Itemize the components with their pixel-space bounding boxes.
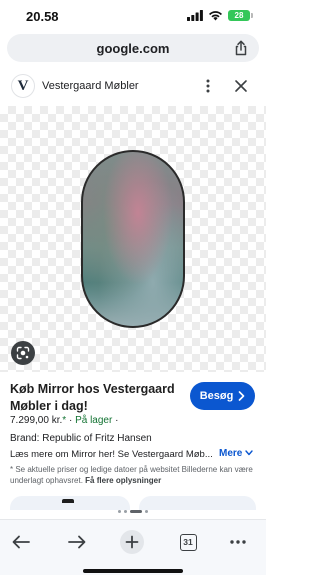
url-bar[interactable]: google.com: [7, 34, 259, 62]
page-indicator: [0, 510, 266, 513]
visit-button-label: Besøg: [199, 390, 234, 402]
site-name[interactable]: Vestergaard Møbler: [42, 80, 139, 92]
mirror-image: [81, 150, 185, 328]
home-indicator: [83, 569, 183, 573]
more-horiz-icon: [230, 540, 246, 544]
menu-button[interactable]: [225, 529, 251, 555]
forward-arrow-icon: [68, 535, 86, 549]
disclaimer: * Se aktuelle priser og ledige datoer på…: [10, 464, 256, 486]
forward-button[interactable]: [64, 529, 90, 555]
separator-dot: ·: [68, 415, 73, 426]
url-text[interactable]: google.com: [7, 41, 259, 56]
wifi-icon: [209, 11, 222, 21]
back-button[interactable]: [8, 529, 34, 555]
status-icons: 28: [187, 10, 253, 21]
new-tab-circle: [120, 530, 144, 554]
more-info-link[interactable]: Få flere oplysninger: [85, 476, 161, 485]
page-dot-active: [130, 510, 142, 513]
page-dot: [124, 510, 127, 513]
more-link[interactable]: Mere: [219, 448, 253, 459]
brand-line: Brand: Republic of Fritz Hansen: [10, 433, 152, 444]
page-dot: [145, 510, 148, 513]
page-dot: [118, 510, 121, 513]
status-time: 20.58: [26, 9, 59, 24]
visit-button[interactable]: Besøg: [190, 382, 255, 410]
chevron-right-icon: [239, 391, 245, 401]
more-link-label: Mere: [219, 448, 243, 459]
status-bar: 20.58 28: [0, 0, 266, 30]
price-row: 7.299,00 kr.* · På lager ·: [10, 415, 118, 426]
tabs-button[interactable]: 31: [175, 529, 201, 555]
page: 20.58 28 google.com V Vestergaard Møbler…: [0, 0, 266, 575]
signal-icon: [187, 10, 203, 21]
more-vert-icon[interactable]: [200, 78, 216, 94]
share-icon[interactable]: [233, 40, 249, 56]
product-title[interactable]: Køb Mirror hos Vestergaard Møbler i dag!: [10, 381, 180, 415]
close-icon[interactable]: [234, 79, 248, 93]
new-tab-button[interactable]: [119, 529, 145, 555]
lens-icon: [16, 346, 30, 360]
action-chip-left[interactable]: [10, 496, 130, 510]
back-arrow-icon: [12, 535, 30, 549]
tab-count: 31: [179, 533, 197, 551]
chip-icon: [62, 499, 74, 503]
chevron-down-icon: [245, 450, 253, 456]
stock-status: På lager: [75, 415, 113, 426]
separator-dot-2: ·: [115, 415, 119, 426]
price-footnote-mark: *: [62, 415, 67, 426]
product-price: 7.299,00 kr.: [10, 415, 63, 426]
action-chip-right[interactable]: [139, 496, 256, 510]
lens-button[interactable]: [11, 341, 35, 365]
bottom-toolbar: 31: [0, 519, 266, 575]
plus-icon: [125, 535, 139, 549]
product-image-area[interactable]: [0, 106, 266, 372]
site-logo[interactable]: V: [11, 74, 35, 98]
site-header: V Vestergaard Møbler: [0, 70, 266, 104]
battery-indicator: 28: [228, 10, 253, 21]
product-description: Læs mere om Mirror her! Se Vestergaard M…: [10, 449, 213, 460]
